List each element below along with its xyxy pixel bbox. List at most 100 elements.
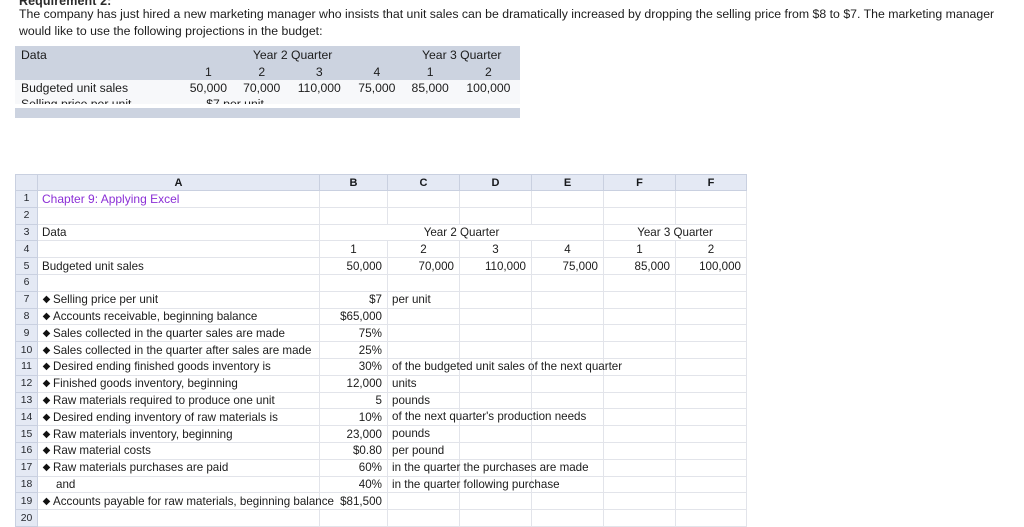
cell-f2[interactable] [603,206,676,225]
cell-b13-value[interactable]: 5 [319,391,388,410]
cell-c19-unit[interactable] [387,492,460,511]
cell-a18-label[interactable]: and [37,475,320,494]
cell-g9[interactable] [675,324,747,343]
excel-worksheet[interactable]: A B C D E F F 1 Chapter 9: Applying Exce… [15,174,747,527]
cell-g17[interactable] [675,458,747,477]
cell-e9[interactable] [531,324,604,343]
cell-d2[interactable] [459,206,532,225]
cell-a10-label[interactable]: ◆ Sales collected in the quarter after sa… [37,341,320,359]
cell-a5-label[interactable]: Budgeted unit sales [37,257,320,275]
cell-a17-label[interactable]: ◆ Raw materials purchases are paid [37,458,320,477]
cell-c4-quarter[interactable]: 2 [387,240,460,259]
column-header-g[interactable]: F [675,174,747,191]
row-header-6[interactable]: 6 [15,273,38,292]
cell-c13-unit[interactable]: pounds [387,391,460,410]
cell-b1[interactable] [319,190,388,208]
row-header-5[interactable]: 5 [15,257,38,275]
cell-g8[interactable] [675,307,747,326]
cell-f12[interactable] [603,374,676,393]
cell-a3-data-label[interactable]: Data [37,223,320,242]
cell-e5[interactable]: 75,000 [531,257,604,275]
cell-c1[interactable] [387,190,460,208]
row-header-12[interactable]: 12 [15,374,38,393]
cell-d9[interactable] [459,324,532,343]
cell-c15-unit[interactable]: pounds [387,425,460,443]
cell-a4[interactable] [37,240,320,259]
worksheet-title[interactable]: Chapter 9: Applying Excel [37,190,320,208]
cell-f1[interactable] [603,190,676,208]
row-header-10[interactable]: 10 [15,341,38,359]
cell-c17-unit[interactable]: in the quarter the purchases are made [387,458,589,477]
cell-g15[interactable] [675,425,747,443]
cell-f17[interactable] [603,458,676,477]
cell-f10[interactable] [603,341,676,359]
cell-f14[interactable] [603,408,676,427]
cell-d15[interactable] [459,425,532,443]
cell-f9[interactable] [603,324,676,343]
cell-a7-label[interactable]: ◆ Selling price per unit [37,290,320,309]
cell-c5[interactable]: 70,000 [387,257,460,275]
row-header-14[interactable]: 14 [15,408,38,427]
cell-a2[interactable] [37,206,320,225]
cell-e16[interactable] [531,441,604,460]
cell-b5[interactable]: 50,000 [319,257,388,275]
cell-e13[interactable] [531,391,604,410]
row-header-15[interactable]: 15 [15,425,38,443]
cell-c2[interactable] [387,206,460,225]
row-header-20[interactable]: 20 [15,509,38,527]
cell-d1[interactable] [459,190,532,208]
cell-f6[interactable] [603,273,676,292]
cell-c7-unit[interactable]: per unit [387,290,460,309]
row-header-7[interactable]: 7 [15,290,38,309]
column-header-d[interactable]: D [459,174,532,191]
cell-f18[interactable] [603,475,676,494]
cell-f20[interactable] [603,509,676,527]
cell-b9-value[interactable]: 75% [319,324,388,343]
cell-f4-quarter[interactable]: 1 [603,240,676,259]
cell-e12[interactable] [531,374,604,393]
row-header-4[interactable]: 4 [15,240,38,259]
cell-c20[interactable] [387,509,460,527]
cell-e10[interactable] [531,341,604,359]
cell-b11-value[interactable]: 30% [319,357,388,376]
cell-e7[interactable] [531,290,604,309]
cell-g4-quarter[interactable]: 2 [675,240,747,259]
cell-d20[interactable] [459,509,532,527]
cell-f15[interactable] [603,425,676,443]
cell-b8-value[interactable]: $65,000 [319,307,388,326]
row-header-3[interactable]: 3 [15,223,38,242]
row-header-19[interactable]: 19 [15,492,38,511]
cell-g13[interactable] [675,391,747,410]
cell-g2[interactable] [675,206,747,225]
column-header-b[interactable]: B [319,174,388,191]
cell-b6[interactable] [319,273,388,292]
cell-b10-value[interactable]: 25% [319,341,388,359]
row-header-11[interactable]: 11 [15,357,38,376]
cell-g19[interactable] [675,492,747,511]
cell-g5[interactable]: 100,000 [675,257,747,275]
cell-a11-label[interactable]: ◆ Desired ending finished goods inventory… [37,357,320,376]
cell-a8-label[interactable]: ◆ Accounts receivable, beginning balance [37,307,320,326]
cell-a9-label[interactable]: ◆ Sales collected in the quarter sales ar… [37,324,320,343]
cell-e2[interactable] [531,206,604,225]
cell-f16[interactable] [603,441,676,460]
cell-a14-label[interactable]: ◆ Desired ending inventory of raw materia… [37,408,320,427]
cell-a20[interactable] [37,509,320,527]
row-header-8[interactable]: 8 [15,307,38,326]
cell-a12-label[interactable]: ◆ Finished goods inventory, beginning [37,374,320,393]
row-header-2[interactable]: 2 [15,206,38,225]
column-header-a[interactable]: A [37,174,320,191]
cell-e6[interactable] [531,273,604,292]
cell-c16-unit[interactable]: per pound [387,441,460,460]
cell-e20[interactable] [531,509,604,527]
cell-c18-unit[interactable]: in the quarter following purchase [387,475,560,494]
row-header-9[interactable]: 9 [15,324,38,343]
cell-g1[interactable] [675,190,747,208]
cell-d13[interactable] [459,391,532,410]
cell-a15-label[interactable]: ◆ Raw materials inventory, beginning [37,425,320,443]
cell-d5[interactable]: 110,000 [459,257,532,275]
row-header-18[interactable]: 18 [15,475,38,494]
cell-d6[interactable] [459,273,532,292]
cell-d12[interactable] [459,374,532,393]
cell-b16-value[interactable]: $0.80 [319,441,388,460]
